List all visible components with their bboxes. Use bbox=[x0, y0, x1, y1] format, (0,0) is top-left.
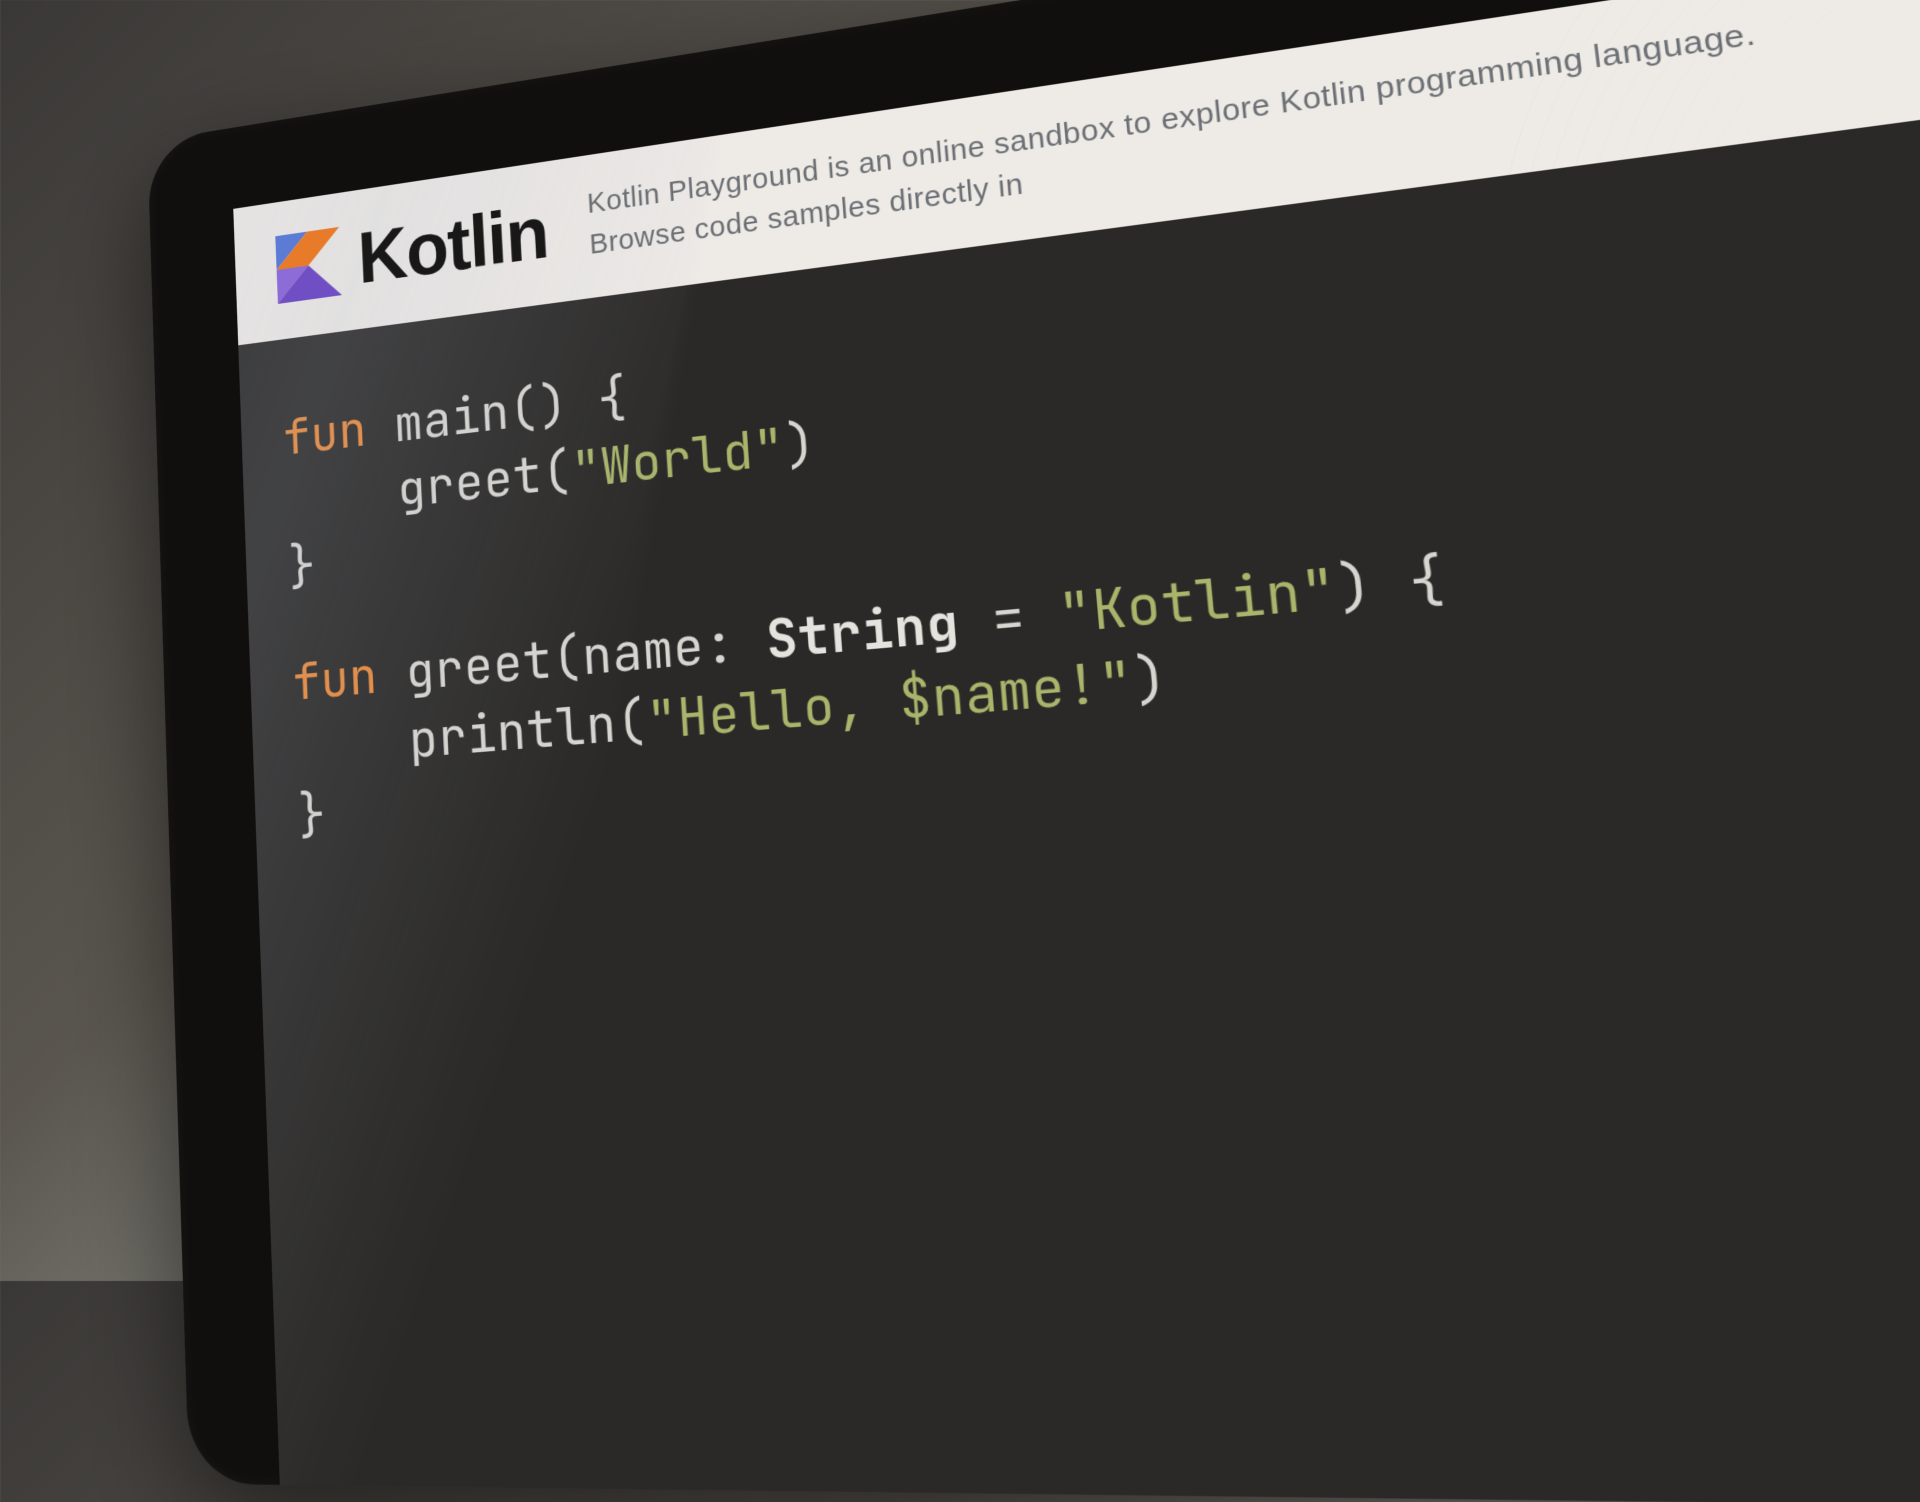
keyword-fun: fun bbox=[282, 395, 368, 470]
kotlin-logo-icon bbox=[275, 227, 342, 304]
kotlin-playground-screen: Kotlin Kotlin Playground is an online sa… bbox=[233, 0, 1920, 1502]
photo-scene: Kotlin Kotlin Playground is an online sa… bbox=[0, 0, 1920, 1281]
kotlin-logo-text: Kotlin bbox=[356, 188, 550, 300]
keyword-fun: fun bbox=[291, 641, 378, 715]
kotlin-logo: Kotlin bbox=[275, 188, 550, 311]
tablet-bezel: Kotlin Kotlin Playground is an online sa… bbox=[147, 0, 1920, 1502]
